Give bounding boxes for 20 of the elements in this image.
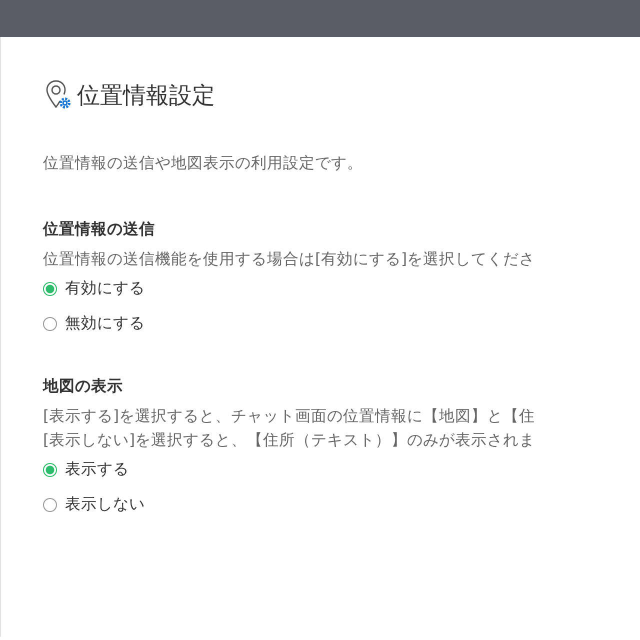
section-description: [表示する]を選択すると、チャット画面の位置情報に【地図】と【住 [43,406,536,427]
radio-option[interactable]: 表示する [43,459,129,480]
radio-option[interactable]: 無効にする [43,313,145,334]
option-label: 無効にする [65,313,145,334]
location-settings-icon [45,79,71,111]
section-title: 地図の表示 [43,376,124,397]
radio-button[interactable] [43,282,57,296]
section-description: 位置情報の送信機能を使用する場合は[有効にする]を選択してくださ [43,249,536,270]
section-title: 位置情報の送信 [43,219,156,240]
option-label: 表示する [65,459,129,480]
option-label: 表示しない [65,494,145,515]
option-label: 有効にする [65,278,145,299]
page-description: 位置情報の送信や地図表示の利用設定です。 [43,153,364,174]
radio-button[interactable] [43,498,57,512]
radio-option[interactable]: 有効にする [43,278,145,299]
radio-button[interactable] [43,316,57,330]
radio-option[interactable]: 表示しない [43,494,145,515]
page-title: 位置情報設定 [77,82,215,110]
section-description: [表示しない]を選択すると、【住所（テキスト）】のみが表示されま [43,430,536,451]
radio-button[interactable] [43,462,57,476]
